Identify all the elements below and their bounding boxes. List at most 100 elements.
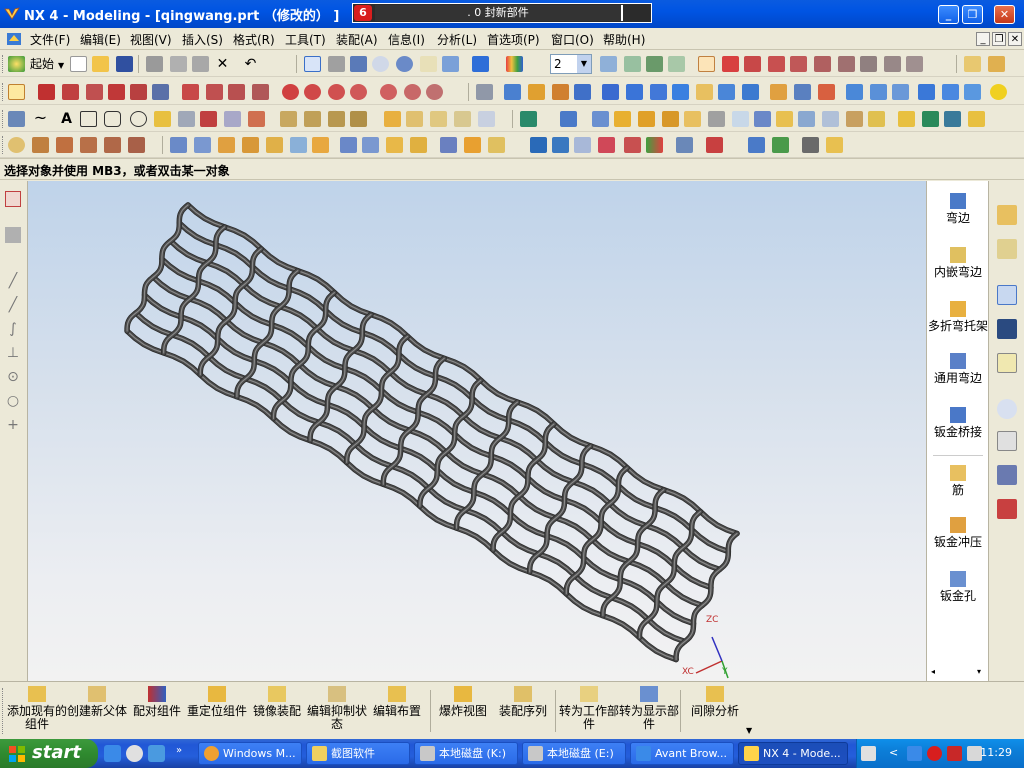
task-nx4[interactable]: NX 4 - Mode... — [738, 742, 848, 765]
multi-bend-bracket-button[interactable]: 多折弯托架 — [927, 301, 989, 333]
cone-icon[interactable] — [650, 84, 667, 100]
perpendicular-tool-icon[interactable]: ⊥ — [5, 345, 21, 361]
part-navigator-tab-icon[interactable] — [997, 239, 1017, 259]
rendering-style-icon[interactable] — [472, 56, 489, 72]
menu-insert[interactable]: 插入(S) — [182, 31, 223, 48]
menu-help[interactable]: 帮助(H) — [603, 31, 645, 48]
boss-icon[interactable] — [718, 84, 735, 100]
toolbar-grip[interactable] — [2, 110, 5, 128]
panel-scroll-down-icon[interactable]: ▾ — [977, 667, 981, 676]
reverse-normal-icon[interactable] — [440, 137, 457, 153]
extract-geometry-icon[interactable] — [772, 137, 789, 153]
extend-curve-icon[interactable] — [252, 84, 269, 100]
zoom-icon[interactable] — [350, 56, 367, 72]
panel-scroll-left-icon[interactable]: ◂ — [931, 667, 935, 676]
wave-curve-icon[interactable]: ~ — [32, 110, 49, 127]
blank-icon[interactable] — [624, 137, 641, 153]
change-edge-icon[interactable] — [464, 137, 481, 153]
layer-category-icon[interactable] — [646, 56, 663, 72]
point-icon[interactable] — [380, 84, 397, 100]
subtract-icon[interactable] — [942, 84, 959, 100]
datum-point-icon[interactable] — [426, 84, 443, 100]
transform-icon[interactable] — [676, 137, 693, 153]
create-parent-button[interactable]: 创建新父体 — [66, 686, 128, 718]
existing-point-icon[interactable] — [884, 56, 901, 72]
task-drive-k[interactable]: 本地磁盘 (K:) — [414, 742, 518, 765]
ie-icon[interactable] — [104, 745, 121, 762]
process-studio-icon[interactable] — [997, 465, 1017, 485]
edit-arrangement-button[interactable]: 编辑布置 — [366, 686, 428, 718]
doc-minimize-button[interactable]: _ — [976, 32, 990, 46]
open-folder-icon[interactable] — [92, 56, 109, 72]
extrude-icon[interactable] — [504, 84, 521, 100]
close-button[interactable]: ✕ — [994, 5, 1015, 24]
orient-view-icon[interactable] — [442, 56, 459, 72]
offset-curve-icon[interactable] — [152, 84, 169, 100]
law-curve-icon[interactable] — [178, 111, 195, 127]
boundary-icon[interactable] — [488, 137, 505, 153]
nx-app-icon[interactable] — [4, 6, 20, 22]
fillet-curve-icon[interactable] — [182, 84, 199, 100]
spline-icon[interactable] — [108, 84, 125, 100]
move-pole-icon[interactable] — [362, 137, 379, 153]
offset-in-face-icon[interactable] — [454, 111, 471, 127]
menu-file[interactable]: 文件(F) — [30, 31, 70, 48]
arc-icon[interactable] — [86, 84, 103, 100]
x-form-icon[interactable] — [898, 111, 915, 127]
general-conic-icon[interactable] — [224, 111, 241, 127]
copy-icon[interactable] — [170, 56, 187, 72]
assembly-sequence-button[interactable]: 装配序列 — [492, 686, 554, 718]
polygon-icon[interactable] — [104, 111, 121, 127]
xyz-icon[interactable] — [200, 111, 217, 127]
intersect-icon[interactable] — [964, 84, 981, 100]
edit-positioning-icon[interactable] — [32, 137, 49, 153]
clearance-analysis-button[interactable]: 间隙分析 — [684, 686, 746, 718]
styled-blend-icon[interactable] — [846, 111, 863, 127]
undo-icon[interactable]: ↶ — [242, 56, 259, 72]
intersect-curve-icon[interactable] — [350, 111, 367, 127]
extension-icon[interactable] — [754, 111, 771, 127]
task-screenshot-folder[interactable]: 截图软件 — [306, 742, 410, 765]
pocket-icon[interactable] — [742, 84, 759, 100]
trim-corner-icon[interactable] — [218, 137, 235, 153]
toolbar-overflow-icon[interactable]: ▼ — [746, 726, 752, 735]
layer-settings-icon[interactable] — [600, 56, 617, 72]
constraint-icon[interactable] — [282, 84, 299, 100]
document-icon[interactable] — [6, 31, 22, 47]
doc-close-button[interactable]: ✕ — [1008, 32, 1022, 46]
edit-fillet-icon[interactable] — [266, 137, 283, 153]
sheetmetal-hole-button[interactable]: 钣金孔 — [927, 571, 989, 603]
graphics-viewport[interactable]: XC Y ZC — [28, 181, 926, 681]
edge-blend-icon[interactable] — [770, 84, 787, 100]
copy-feature-icon[interactable] — [802, 137, 819, 153]
menu-edit[interactable]: 编辑(E) — [80, 31, 121, 48]
polyline-tool-icon[interactable]: ╱ — [5, 297, 21, 313]
hand-tool-icon[interactable] — [5, 227, 21, 243]
menu-window[interactable]: 窗口(O) — [551, 31, 594, 48]
chamfer-curve-icon[interactable] — [206, 84, 223, 100]
ellipse-icon[interactable] — [130, 111, 147, 127]
measure-distance-icon[interactable] — [964, 56, 981, 72]
general-select-icon[interactable] — [698, 56, 715, 72]
swept-surface-icon[interactable] — [614, 111, 631, 127]
assembly-navigator-icon[interactable] — [997, 205, 1017, 225]
task-drive-e[interactable]: 本地磁盘 (E:) — [522, 742, 626, 765]
fit-view-icon[interactable] — [304, 56, 321, 72]
trim-sheet-icon[interactable] — [708, 111, 725, 127]
invert-shown-icon[interactable] — [574, 137, 591, 153]
join-curve-icon[interactable] — [478, 111, 495, 127]
arc-tool-icon[interactable]: ○ — [5, 393, 21, 409]
add-component-button[interactable]: 添加现有的组件 — [6, 686, 68, 731]
change-stiffness-icon[interactable] — [410, 137, 427, 153]
color-palette-icon[interactable] — [506, 56, 523, 72]
edit-curve-params-icon[interactable] — [194, 137, 211, 153]
task-avant-browser[interactable]: Avant Brow... — [630, 742, 734, 765]
move-feature-icon[interactable] — [56, 137, 73, 153]
training-icon[interactable] — [997, 319, 1017, 339]
system-materials-icon[interactable] — [997, 431, 1017, 451]
security-shield-icon[interactable] — [947, 746, 962, 761]
project-curve-icon[interactable] — [280, 111, 297, 127]
menu-format[interactable]: 格式(R) — [233, 31, 275, 48]
thicken-icon[interactable] — [732, 111, 749, 127]
tube-icon[interactable] — [574, 84, 591, 100]
